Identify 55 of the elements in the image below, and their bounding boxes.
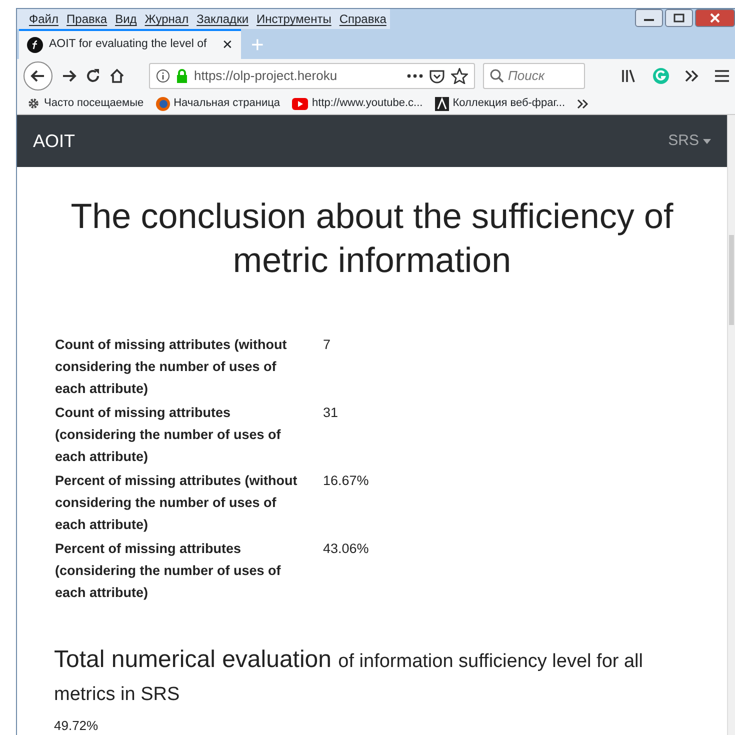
menu-item[interactable]: Файл bbox=[25, 10, 63, 28]
srs-dropdown[interactable]: SRS bbox=[668, 130, 711, 152]
pocket-icon[interactable] bbox=[429, 68, 445, 84]
browser-tab[interactable]: AOIT for evaluating the level of ✕ bbox=[19, 29, 241, 59]
globe-icon bbox=[156, 96, 170, 110]
close-icon bbox=[709, 13, 721, 23]
menu-item[interactable]: Справка bbox=[335, 10, 390, 28]
reload-icon[interactable] bbox=[85, 68, 101, 84]
search-icon bbox=[490, 69, 504, 83]
library-icon[interactable] bbox=[621, 69, 637, 83]
tab-title: AOIT for evaluating the level of bbox=[49, 37, 208, 52]
menu-item[interactable]: Закладки bbox=[192, 10, 253, 28]
brand-link[interactable]: AOIT bbox=[33, 128, 76, 154]
section-heading: Total numerical evaluation of information sufficiency level for all metrics in SRS bbox=[54, 644, 644, 708]
total-value: 49.72% bbox=[54, 716, 100, 735]
attribute-label: Percent of missing attributes (considering the number of uses of each attribute) bbox=[54, 540, 282, 602]
address-bar[interactable]: https://olp-project.heroku bbox=[149, 63, 475, 89]
play-icon bbox=[292, 98, 308, 110]
forward-icon[interactable] bbox=[61, 68, 77, 84]
attribute-value: 16.67% bbox=[322, 472, 370, 490]
overflow-icon[interactable] bbox=[577, 98, 590, 108]
maximize-button[interactable] bbox=[665, 9, 693, 27]
menu-item[interactable]: Инструменты bbox=[252, 10, 336, 28]
more-icon[interactable] bbox=[407, 74, 423, 78]
overflow-icon[interactable] bbox=[685, 70, 699, 82]
menu-icon[interactable] bbox=[715, 70, 729, 82]
bookmark[interactable]: Начальная страница bbox=[156, 95, 280, 112]
back-icon[interactable] bbox=[23, 61, 53, 91]
close-button[interactable] bbox=[695, 9, 735, 27]
gear-icon bbox=[27, 97, 40, 110]
url-text: https://olp-project.heroku bbox=[194, 67, 338, 86]
menu-item[interactable]: Вид bbox=[111, 10, 141, 28]
lock-icon bbox=[176, 69, 188, 83]
attribute-value: 7 bbox=[322, 336, 332, 354]
bookmark[interactable]: Часто посещаемые bbox=[27, 95, 144, 112]
attribute-label: Percent of missing attributes (without considering the number of uses of each attribute) bbox=[54, 472, 298, 534]
attribute-label: Count of missing attributes (without considering the number of uses of each attribute) bbox=[54, 336, 288, 398]
site-icon bbox=[27, 37, 43, 53]
minimize-button[interactable] bbox=[635, 9, 663, 27]
menu-item[interactable]: Журнал bbox=[140, 10, 193, 28]
info-icon[interactable] bbox=[156, 69, 170, 83]
page-title: The conclusion about the sufficiency of metric information bbox=[70, 196, 674, 282]
bookmark[interactable]: http://www.youtube.c... bbox=[292, 95, 423, 112]
maximize-icon bbox=[673, 13, 685, 23]
caret-icon bbox=[703, 138, 711, 144]
search-field[interactable]: Поиск bbox=[483, 63, 585, 89]
home-icon[interactable] bbox=[109, 68, 125, 84]
slice-icon bbox=[434, 96, 449, 110]
attribute-label: Count of missing attributes (considering the number of uses of each attribute) bbox=[54, 404, 282, 466]
bookmark[interactable]: Коллекция веб-фраг... bbox=[434, 95, 566, 112]
star-icon[interactable] bbox=[451, 68, 468, 84]
menu-item[interactable]: Правка bbox=[62, 10, 112, 28]
close-tab-button[interactable]: ✕ bbox=[222, 35, 233, 55]
attribute-value: 31 bbox=[322, 404, 340, 422]
attribute-value: 43.06% bbox=[322, 540, 370, 558]
